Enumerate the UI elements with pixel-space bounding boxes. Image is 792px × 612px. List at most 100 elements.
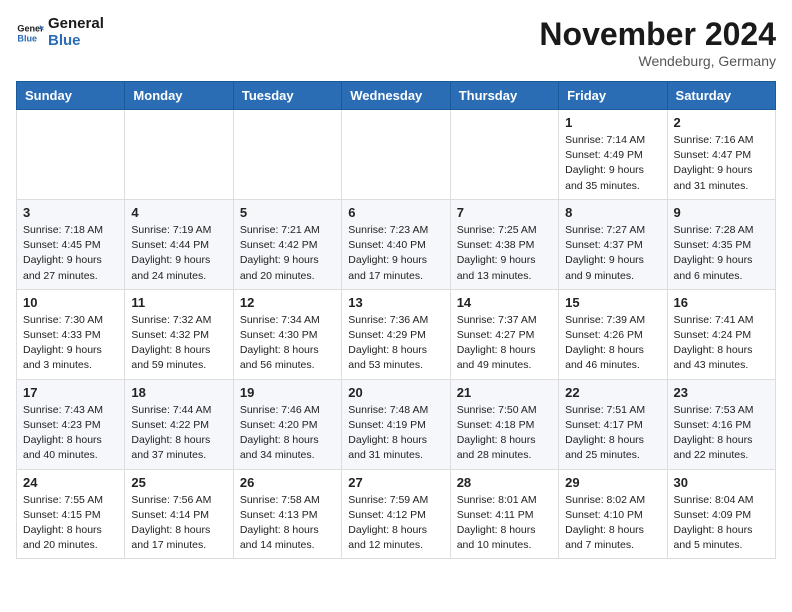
day-number: 4 [131,205,226,220]
calendar-cell: 10 Sunrise: 7:30 AM Sunset: 4:33 PM Dayli… [17,289,125,379]
day-number: 2 [674,115,769,130]
day-number: 15 [565,295,660,310]
calendar-cell: 23Sunrise: 7:53 AM Sunset: 4:16 PM Dayli… [667,379,775,469]
calendar-week-3: 10 Sunrise: 7:30 AM Sunset: 4:33 PM Dayli… [17,289,776,379]
calendar-cell: 9 Sunrise: 7:28 AM Sunset: 4:35 PM Daylig… [667,199,775,289]
day-info: Sunrise: 7:28 AM Sunset: 4:35 PM Dayligh… [674,223,769,284]
calendar-week-2: 3 Sunrise: 7:18 AM Sunset: 4:45 PM Daylig… [17,199,776,289]
calendar-cell: 12Sunrise: 7:34 AM Sunset: 4:30 PM Dayli… [233,289,341,379]
day-number: 8 [565,205,660,220]
month-title: November 2024 [539,16,776,53]
page-header: General Blue General Blue November 2024 … [16,16,776,69]
day-number: 28 [457,475,552,490]
day-number: 26 [240,475,335,490]
day-info: Sunrise: 7:50 AM Sunset: 4:18 PM Dayligh… [457,403,552,464]
day-info: Sunrise: 7:46 AM Sunset: 4:20 PM Dayligh… [240,403,335,464]
calendar-cell: 30 Sunrise: 8:04 AM Sunset: 4:09 PM Dayli… [667,469,775,559]
calendar-cell: 19 Sunrise: 7:46 AM Sunset: 4:20 PM Dayli… [233,379,341,469]
calendar-cell: 29 Sunrise: 8:02 AM Sunset: 4:10 PM Dayli… [559,469,667,559]
calendar-cell: 2 Sunrise: 7:16 AM Sunset: 4:47 PM Daylig… [667,110,775,200]
day-number: 6 [348,205,443,220]
calendar-body: 1 Sunrise: 7:14 AM Sunset: 4:49 PM Daylig… [17,110,776,559]
calendar-cell: 5 Sunrise: 7:21 AM Sunset: 4:42 PM Daylig… [233,199,341,289]
logo-general: General [48,15,104,32]
day-number: 3 [23,205,118,220]
day-number: 29 [565,475,660,490]
day-number: 14 [457,295,552,310]
calendar-cell: 13Sunrise: 7:36 AM Sunset: 4:29 PM Dayli… [342,289,450,379]
calendar-cell: 4 Sunrise: 7:19 AM Sunset: 4:44 PM Daylig… [125,199,233,289]
calendar-cell: 17Sunrise: 7:43 AM Sunset: 4:23 PM Dayli… [17,379,125,469]
weekday-header-saturday: Saturday [667,82,775,110]
day-number: 1 [565,115,660,130]
calendar-cell: 15 Sunrise: 7:39 AM Sunset: 4:26 PM Dayli… [559,289,667,379]
day-info: Sunrise: 8:02 AM Sunset: 4:10 PM Dayligh… [565,493,660,554]
calendar-cell [125,110,233,200]
day-info: Sunrise: 7:59 AM Sunset: 4:12 PM Dayligh… [348,493,443,554]
day-info: Sunrise: 8:04 AM Sunset: 4:09 PM Dayligh… [674,493,769,554]
calendar-cell: 24 Sunrise: 7:55 AM Sunset: 4:15 PM Dayli… [17,469,125,559]
day-info: Sunrise: 7:14 AM Sunset: 4:49 PM Dayligh… [565,133,660,194]
day-number: 10 [23,295,118,310]
calendar-cell: 6 Sunrise: 7:23 AM Sunset: 4:40 PM Daylig… [342,199,450,289]
day-number: 7 [457,205,552,220]
day-info: Sunrise: 7:18 AM Sunset: 4:45 PM Dayligh… [23,223,118,284]
weekday-header-wednesday: Wednesday [342,82,450,110]
day-info: Sunrise: 7:44 AM Sunset: 4:22 PM Dayligh… [131,403,226,464]
day-info: Sunrise: 7:25 AM Sunset: 4:38 PM Dayligh… [457,223,552,284]
day-number: 9 [674,205,769,220]
day-info: Sunrise: 7:32 AM Sunset: 4:32 PM Dayligh… [131,313,226,374]
calendar-header-row: SundayMondayTuesdayWednesdayThursdayFrid… [17,82,776,110]
day-number: 19 [240,385,335,400]
calendar-cell [342,110,450,200]
calendar-cell: 8 Sunrise: 7:27 AM Sunset: 4:37 PM Daylig… [559,199,667,289]
day-info: Sunrise: 7:39 AM Sunset: 4:26 PM Dayligh… [565,313,660,374]
day-number: 22 [565,385,660,400]
weekday-header-monday: Monday [125,82,233,110]
calendar-cell: 7 Sunrise: 7:25 AM Sunset: 4:38 PM Daylig… [450,199,558,289]
calendar-cell [233,110,341,200]
calendar-week-1: 1 Sunrise: 7:14 AM Sunset: 4:49 PM Daylig… [17,110,776,200]
calendar-cell: 3 Sunrise: 7:18 AM Sunset: 4:45 PM Daylig… [17,199,125,289]
day-info: Sunrise: 7:43 AM Sunset: 4:23 PM Dayligh… [23,403,118,464]
day-info: Sunrise: 7:34 AM Sunset: 4:30 PM Dayligh… [240,313,335,374]
day-info: Sunrise: 7:58 AM Sunset: 4:13 PM Dayligh… [240,493,335,554]
title-block: November 2024 Wendeburg, Germany [539,16,776,69]
day-info: Sunrise: 8:01 AM Sunset: 4:11 PM Dayligh… [457,493,552,554]
calendar-table: SundayMondayTuesdayWednesdayThursdayFrid… [16,81,776,559]
logo-blue: Blue [48,32,81,49]
calendar-week-4: 17Sunrise: 7:43 AM Sunset: 4:23 PM Dayli… [17,379,776,469]
day-info: Sunrise: 7:27 AM Sunset: 4:37 PM Dayligh… [565,223,660,284]
calendar-cell: 20 Sunrise: 7:48 AM Sunset: 4:19 PM Dayli… [342,379,450,469]
calendar-cell [450,110,558,200]
day-number: 20 [348,385,443,400]
day-info: Sunrise: 7:56 AM Sunset: 4:14 PM Dayligh… [131,493,226,554]
weekday-header-thursday: Thursday [450,82,558,110]
weekday-header-tuesday: Tuesday [233,82,341,110]
day-info: Sunrise: 7:41 AM Sunset: 4:24 PM Dayligh… [674,313,769,374]
day-number: 24 [23,475,118,490]
day-info: Sunrise: 7:21 AM Sunset: 4:42 PM Dayligh… [240,223,335,284]
calendar-cell: 21 Sunrise: 7:50 AM Sunset: 4:18 PM Dayli… [450,379,558,469]
day-number: 5 [240,205,335,220]
day-info: Sunrise: 7:19 AM Sunset: 4:44 PM Dayligh… [131,223,226,284]
day-info: Sunrise: 7:16 AM Sunset: 4:47 PM Dayligh… [674,133,769,194]
calendar-cell: 26 Sunrise: 7:58 AM Sunset: 4:13 PM Dayli… [233,469,341,559]
day-number: 30 [674,475,769,490]
day-info: Sunrise: 7:48 AM Sunset: 4:19 PM Dayligh… [348,403,443,464]
weekday-header-sunday: Sunday [17,82,125,110]
day-info: Sunrise: 7:55 AM Sunset: 4:15 PM Dayligh… [23,493,118,554]
day-number: 21 [457,385,552,400]
day-info: Sunrise: 7:37 AM Sunset: 4:27 PM Dayligh… [457,313,552,374]
calendar-cell: 14 Sunrise: 7:37 AM Sunset: 4:27 PM Dayli… [450,289,558,379]
day-info: Sunrise: 7:51 AM Sunset: 4:17 PM Dayligh… [565,403,660,464]
calendar-cell: 18Sunrise: 7:44 AM Sunset: 4:22 PM Dayli… [125,379,233,469]
calendar-cell: 11Sunrise: 7:32 AM Sunset: 4:32 PM Dayli… [125,289,233,379]
calendar-cell: 25Sunrise: 7:56 AM Sunset: 4:14 PM Dayli… [125,469,233,559]
svg-text:Blue: Blue [17,33,37,43]
calendar-cell: 27Sunrise: 7:59 AM Sunset: 4:12 PM Dayli… [342,469,450,559]
weekday-header-friday: Friday [559,82,667,110]
day-info: Sunrise: 7:23 AM Sunset: 4:40 PM Dayligh… [348,223,443,284]
day-number: 23 [674,385,769,400]
day-info: Sunrise: 7:30 AM Sunset: 4:33 PM Dayligh… [23,313,118,374]
